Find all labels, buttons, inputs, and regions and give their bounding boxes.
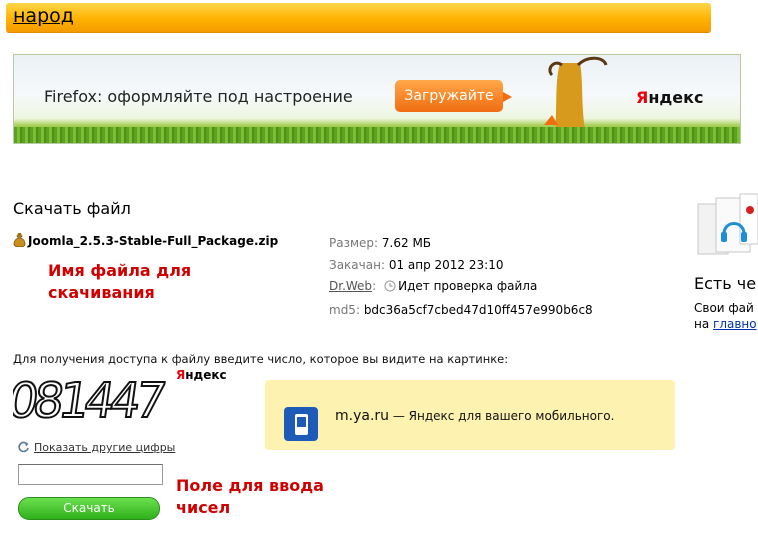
captcha-digits: 081447 — [13, 373, 166, 427]
file-metadata: Размер: 7.62 МБ Закачан: 01 апр 2012 23:… — [329, 233, 593, 321]
banner-download-button[interactable]: Загружайте — [395, 80, 512, 112]
yandex-logo: Яндекс — [636, 88, 704, 107]
money-bag-icon — [13, 233, 26, 250]
md5-row: md5: bdc36a5cf7cbed47d10ff457e990b6c8 — [329, 300, 593, 322]
drweb-link[interactable]: Dr.Web — [329, 279, 372, 293]
narod-logo-link[interactable]: народ — [13, 5, 74, 27]
captcha-yandex-rest: ндекс — [185, 368, 227, 382]
captcha-instruction: Для получения доступа к файлу введите чи… — [13, 352, 509, 366]
page-title: Скачать файл — [13, 199, 131, 218]
refresh-captcha-link[interactable]: Показать другие цифры — [17, 441, 175, 454]
banner-headline: Firefox: оформляйте под настроение — [44, 87, 353, 106]
md5-label: md5: — [329, 302, 360, 317]
mobile-promo-description: — Яндекс для вашего мобильного. — [389, 409, 615, 423]
mobile-phone-icon — [284, 407, 318, 445]
mobile-promo-box: m.ya.ru — Яндекс для вашего мобильного. — [265, 380, 675, 450]
size-value: 7.62 МБ — [381, 236, 432, 250]
captcha-yandex-logo: Яндекс — [176, 368, 227, 382]
sidebar-promo: Есть че Свои фай на главно — [694, 190, 758, 340]
size-row: Размер: 7.62 МБ — [329, 233, 593, 255]
file-name: Joomla_2.5.3-Stable-Full_Package.zip — [28, 234, 279, 248]
captcha-image: 081447 — [13, 372, 167, 427]
files-icon — [697, 193, 758, 255]
clock-icon — [384, 278, 396, 300]
sidebar-main-link[interactable]: главно — [713, 317, 757, 331]
grass-strip — [14, 127, 740, 143]
antivirus-row: Dr.Web: Идет проверка файла — [329, 276, 593, 300]
file-name-row: Joomla_2.5.3-Stable-Full_Package.zip — [13, 233, 278, 250]
yandex-logo-rest: ндекс — [648, 88, 704, 107]
yandex-logo-first-letter: Я — [636, 88, 649, 107]
captcha-yandex-first-letter: Я — [176, 368, 186, 382]
uploaded-value: 01 апр 2012 23:10 — [388, 257, 504, 272]
annotation-filename-line2: скачивания — [48, 283, 155, 302]
sidebar-text: Свои фай — [694, 301, 754, 315]
md5-value: bdc36a5cf7cbed47d10ff457e990b6c8 — [363, 302, 593, 317]
download-submit-button[interactable]: Скачать — [18, 497, 160, 520]
sidebar-title: Есть че — [694, 274, 757, 293]
annotation-filename: Имя файла для скачивания — [48, 260, 218, 304]
annotation-input: Поле для ввода чисел — [176, 475, 346, 519]
firefox-ad-banner[interactable]: Firefox: оформляйте под настроение Загру… — [13, 54, 741, 144]
uploaded-row: Закачан: 01 апр 2012 23:10 — [329, 255, 593, 277]
annotation-input-line1: Поле для ввода — [176, 476, 324, 495]
annotation-filename-line1: Имя файла для — [48, 261, 192, 280]
uploaded-label: Закачан: — [329, 257, 385, 272]
mobile-promo-text: m.ya.ru — Яндекс для вашего мобильного. — [335, 408, 614, 424]
refresh-captcha-label[interactable]: Показать другие цифры — [34, 441, 175, 454]
sidebar-link-prefix: на — [694, 317, 714, 331]
size-label: Размер: — [329, 236, 379, 250]
captcha-number-input[interactable] — [18, 464, 163, 485]
antivirus-status: Идет проверка файла — [398, 279, 538, 293]
mobile-site-link[interactable]: m.ya.ru — [335, 408, 389, 424]
refresh-icon — [17, 441, 30, 454]
top-bar: народ — [6, 3, 711, 32]
sidebar-link-row: на главно — [694, 317, 757, 331]
annotation-input-line2: чисел — [176, 498, 231, 517]
